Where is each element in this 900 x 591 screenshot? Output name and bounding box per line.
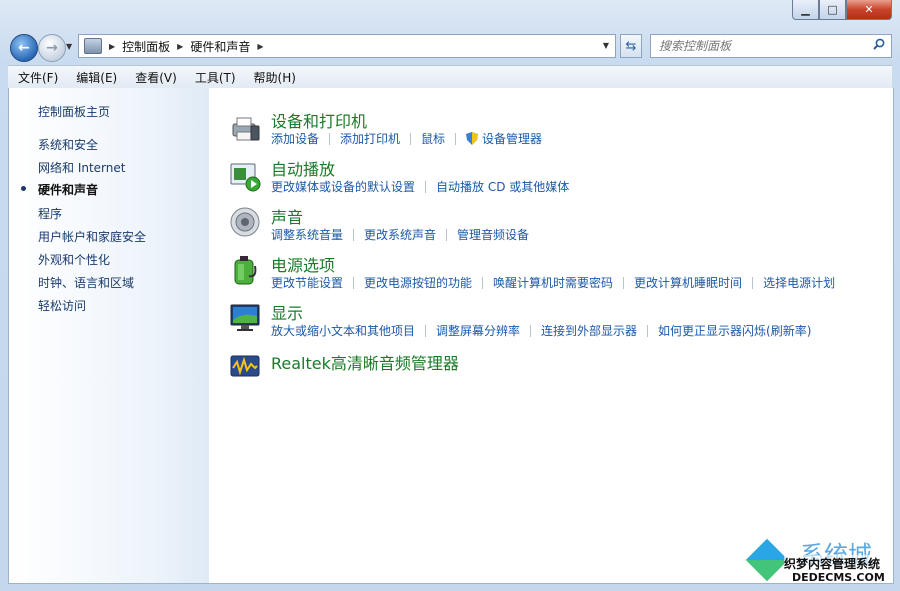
watermark-logo: 系统城 织梦内容管理系统 DEDECMS.COM	[745, 538, 892, 585]
link-wakeup-password[interactable]: 唤醒计算机时需要密码	[493, 274, 613, 291]
link-device-manager[interactable]: 设备管理器	[482, 130, 542, 147]
arrow-left-icon: ←	[18, 40, 30, 56]
category-title-realtek[interactable]: Realtek高清晰音频管理器	[271, 350, 459, 374]
link-separator	[752, 276, 754, 289]
sidebar-item-network-internet[interactable]: 网络和 Internet	[38, 159, 125, 176]
sidebar-item-clock-language[interactable]: 时钟、语言和区域	[38, 274, 134, 291]
address-bar[interactable]: ▶ 控制面板 ▶ 硬件和声音 ▶ ▼	[78, 34, 616, 58]
link-manage-audio-devices[interactable]: 管理音频设备	[457, 226, 529, 243]
sidebar-item-ease-of-access[interactable]: 轻松访问	[38, 297, 86, 314]
link-separator	[410, 132, 412, 145]
link-adjust-volume[interactable]: 调整系统音量	[271, 226, 343, 243]
link-separator	[425, 180, 427, 193]
watermark-line1: 织梦内容管理系统	[784, 555, 881, 572]
monitor-icon[interactable]	[229, 302, 261, 334]
link-separator	[329, 132, 331, 145]
category-links: 更改节能设置 更改电源按钮的功能 唤醒计算机时需要密码 更改计算机睡眠时间 选择…	[271, 274, 835, 291]
address-dropdown-icon[interactable]: ▼	[603, 41, 609, 50]
uac-shield-icon	[466, 132, 479, 145]
sidebar: 控制面板主页 系统和安全 网络和 Internet 硬件和声音 程序 用户帐户和…	[9, 88, 209, 583]
logo-diamond-icon	[745, 538, 789, 582]
link-external-display[interactable]: 连接到外部显示器	[541, 322, 637, 339]
breadcrumb-hardware-sound[interactable]: 硬件和声音	[190, 38, 250, 55]
caption-buttons: ▁ □ ✕	[792, 0, 892, 20]
link-separator	[353, 228, 355, 241]
menu-file[interactable]: 文件(F)	[8, 69, 66, 86]
link-choose-power-plan[interactable]: 选择电源计划	[763, 274, 835, 291]
category-title-display[interactable]: 显示	[271, 300, 303, 324]
sidebar-item-system-security[interactable]: 系统和安全	[38, 136, 98, 153]
back-button[interactable]: ←	[10, 34, 38, 62]
category-links: 放大或缩小文本和其他项目 调整屏幕分辨率 连接到外部显示器 如何更正显示器闪烁(…	[271, 322, 811, 339]
link-sleep-time[interactable]: 更改计算机睡眠时间	[634, 274, 742, 291]
control-panel-icon	[84, 38, 102, 54]
link-separator	[647, 324, 649, 337]
chevron-right-icon[interactable]: ▶	[109, 42, 115, 51]
category-title-power-options[interactable]: 电源选项	[271, 252, 335, 276]
close-button[interactable]: ✕	[846, 0, 892, 20]
breadcrumb-control-panel[interactable]: 控制面板	[122, 38, 170, 55]
category-title-sound[interactable]: 声音	[271, 204, 303, 228]
forward-button[interactable]: →	[38, 34, 66, 62]
search-box[interactable]	[650, 34, 892, 58]
autoplay-icon[interactable]	[229, 160, 261, 192]
chevron-right-icon[interactable]: ▶	[177, 42, 183, 51]
menu-help[interactable]: 帮助(H)	[244, 69, 304, 86]
sidebar-item-user-accounts[interactable]: 用户帐户和家庭安全	[38, 228, 146, 245]
link-text-size[interactable]: 放大或缩小文本和其他项目	[271, 322, 415, 339]
search-icon[interactable]	[873, 38, 885, 50]
sidebar-item-control-panel-home[interactable]: 控制面板主页	[38, 103, 110, 120]
category-title-autoplay[interactable]: 自动播放	[271, 156, 335, 180]
refresh-icon: ⇆	[625, 38, 637, 54]
maximize-button[interactable]: □	[819, 0, 846, 20]
link-screen-resolution[interactable]: 调整屏幕分辨率	[436, 322, 520, 339]
printer-icon[interactable]	[229, 112, 261, 144]
link-separator	[425, 324, 427, 337]
link-refresh-rate[interactable]: 如何更正显示器闪烁(刷新率)	[658, 322, 811, 339]
minimize-button[interactable]: ▁	[792, 0, 819, 20]
link-separator	[446, 228, 448, 241]
arrow-right-icon: →	[46, 40, 58, 56]
category-title-devices-printers[interactable]: 设备和打印机	[271, 108, 367, 132]
sidebar-item-hardware-sound[interactable]: 硬件和声音	[38, 181, 98, 198]
link-autoplay-cd[interactable]: 自动播放 CD 或其他媒体	[436, 178, 569, 195]
sidebar-item-programs[interactable]: 程序	[38, 205, 62, 222]
chevron-right-icon[interactable]: ▶	[257, 42, 263, 51]
link-separator	[455, 132, 457, 145]
menu-view[interactable]: 查看(V)	[125, 69, 185, 86]
link-change-power-saving[interactable]: 更改节能设置	[271, 274, 343, 291]
menu-bar: 文件(F) 编辑(E) 查看(V) 工具(T) 帮助(H)	[8, 65, 892, 89]
link-change-system-sounds[interactable]: 更改系统声音	[364, 226, 436, 243]
watermark-line2: DEDECMS.COM	[792, 571, 885, 584]
link-separator	[353, 276, 355, 289]
menu-tools[interactable]: 工具(T)	[185, 69, 244, 86]
control-panel-window: ▁ □ ✕ ← → ▼ ▶ 控制面板 ▶ 硬件和声音 ▶ ▼ ⇆ 文件(F) 编…	[0, 0, 900, 591]
link-power-buttons[interactable]: 更改电源按钮的功能	[364, 274, 472, 291]
content-area: 控制面板主页 系统和安全 网络和 Internet 硬件和声音 程序 用户帐户和…	[8, 88, 894, 584]
speaker-icon[interactable]	[229, 206, 261, 238]
refresh-button[interactable]: ⇆	[620, 34, 642, 58]
battery-icon[interactable]	[229, 254, 261, 286]
realtek-audio-icon[interactable]	[229, 350, 261, 382]
menu-edit[interactable]: 编辑(E)	[66, 69, 125, 86]
category-links: 调整系统音量 更改系统声音 管理音频设备	[271, 226, 529, 243]
link-mouse[interactable]: 鼠标	[421, 130, 445, 147]
history-dropdown-icon[interactable]: ▼	[66, 42, 72, 51]
link-separator	[623, 276, 625, 289]
search-input[interactable]	[651, 38, 866, 54]
navigation-bar: ← → ▼ ▶ 控制面板 ▶ 硬件和声音 ▶ ▼ ⇆	[8, 32, 892, 62]
main-panel: 设备和打印机 添加设备 添加打印机 鼠标 设备管理器 自动播放 更改媒体或设备的…	[219, 88, 893, 583]
link-separator	[482, 276, 484, 289]
sidebar-item-appearance[interactable]: 外观和个性化	[38, 251, 110, 268]
current-item-bullet	[21, 186, 26, 191]
category-links: 添加设备 添加打印机 鼠标 设备管理器	[271, 130, 542, 147]
link-add-printer[interactable]: 添加打印机	[340, 130, 400, 147]
category-links: 更改媒体或设备的默认设置 自动播放 CD 或其他媒体	[271, 178, 569, 195]
link-separator	[530, 324, 532, 337]
link-change-media-defaults[interactable]: 更改媒体或设备的默认设置	[271, 178, 415, 195]
link-add-device[interactable]: 添加设备	[271, 130, 319, 147]
